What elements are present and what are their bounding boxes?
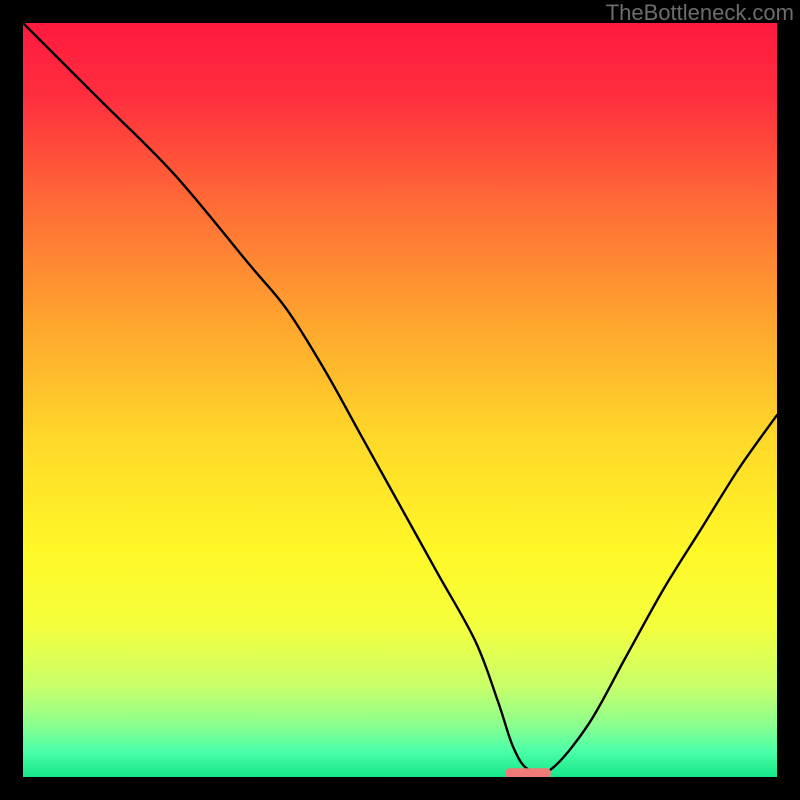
chart-svg bbox=[23, 23, 777, 777]
chart-frame: TheBottleneck.com bbox=[0, 0, 800, 800]
plot-area bbox=[23, 23, 777, 777]
optimum-marker bbox=[506, 768, 551, 777]
